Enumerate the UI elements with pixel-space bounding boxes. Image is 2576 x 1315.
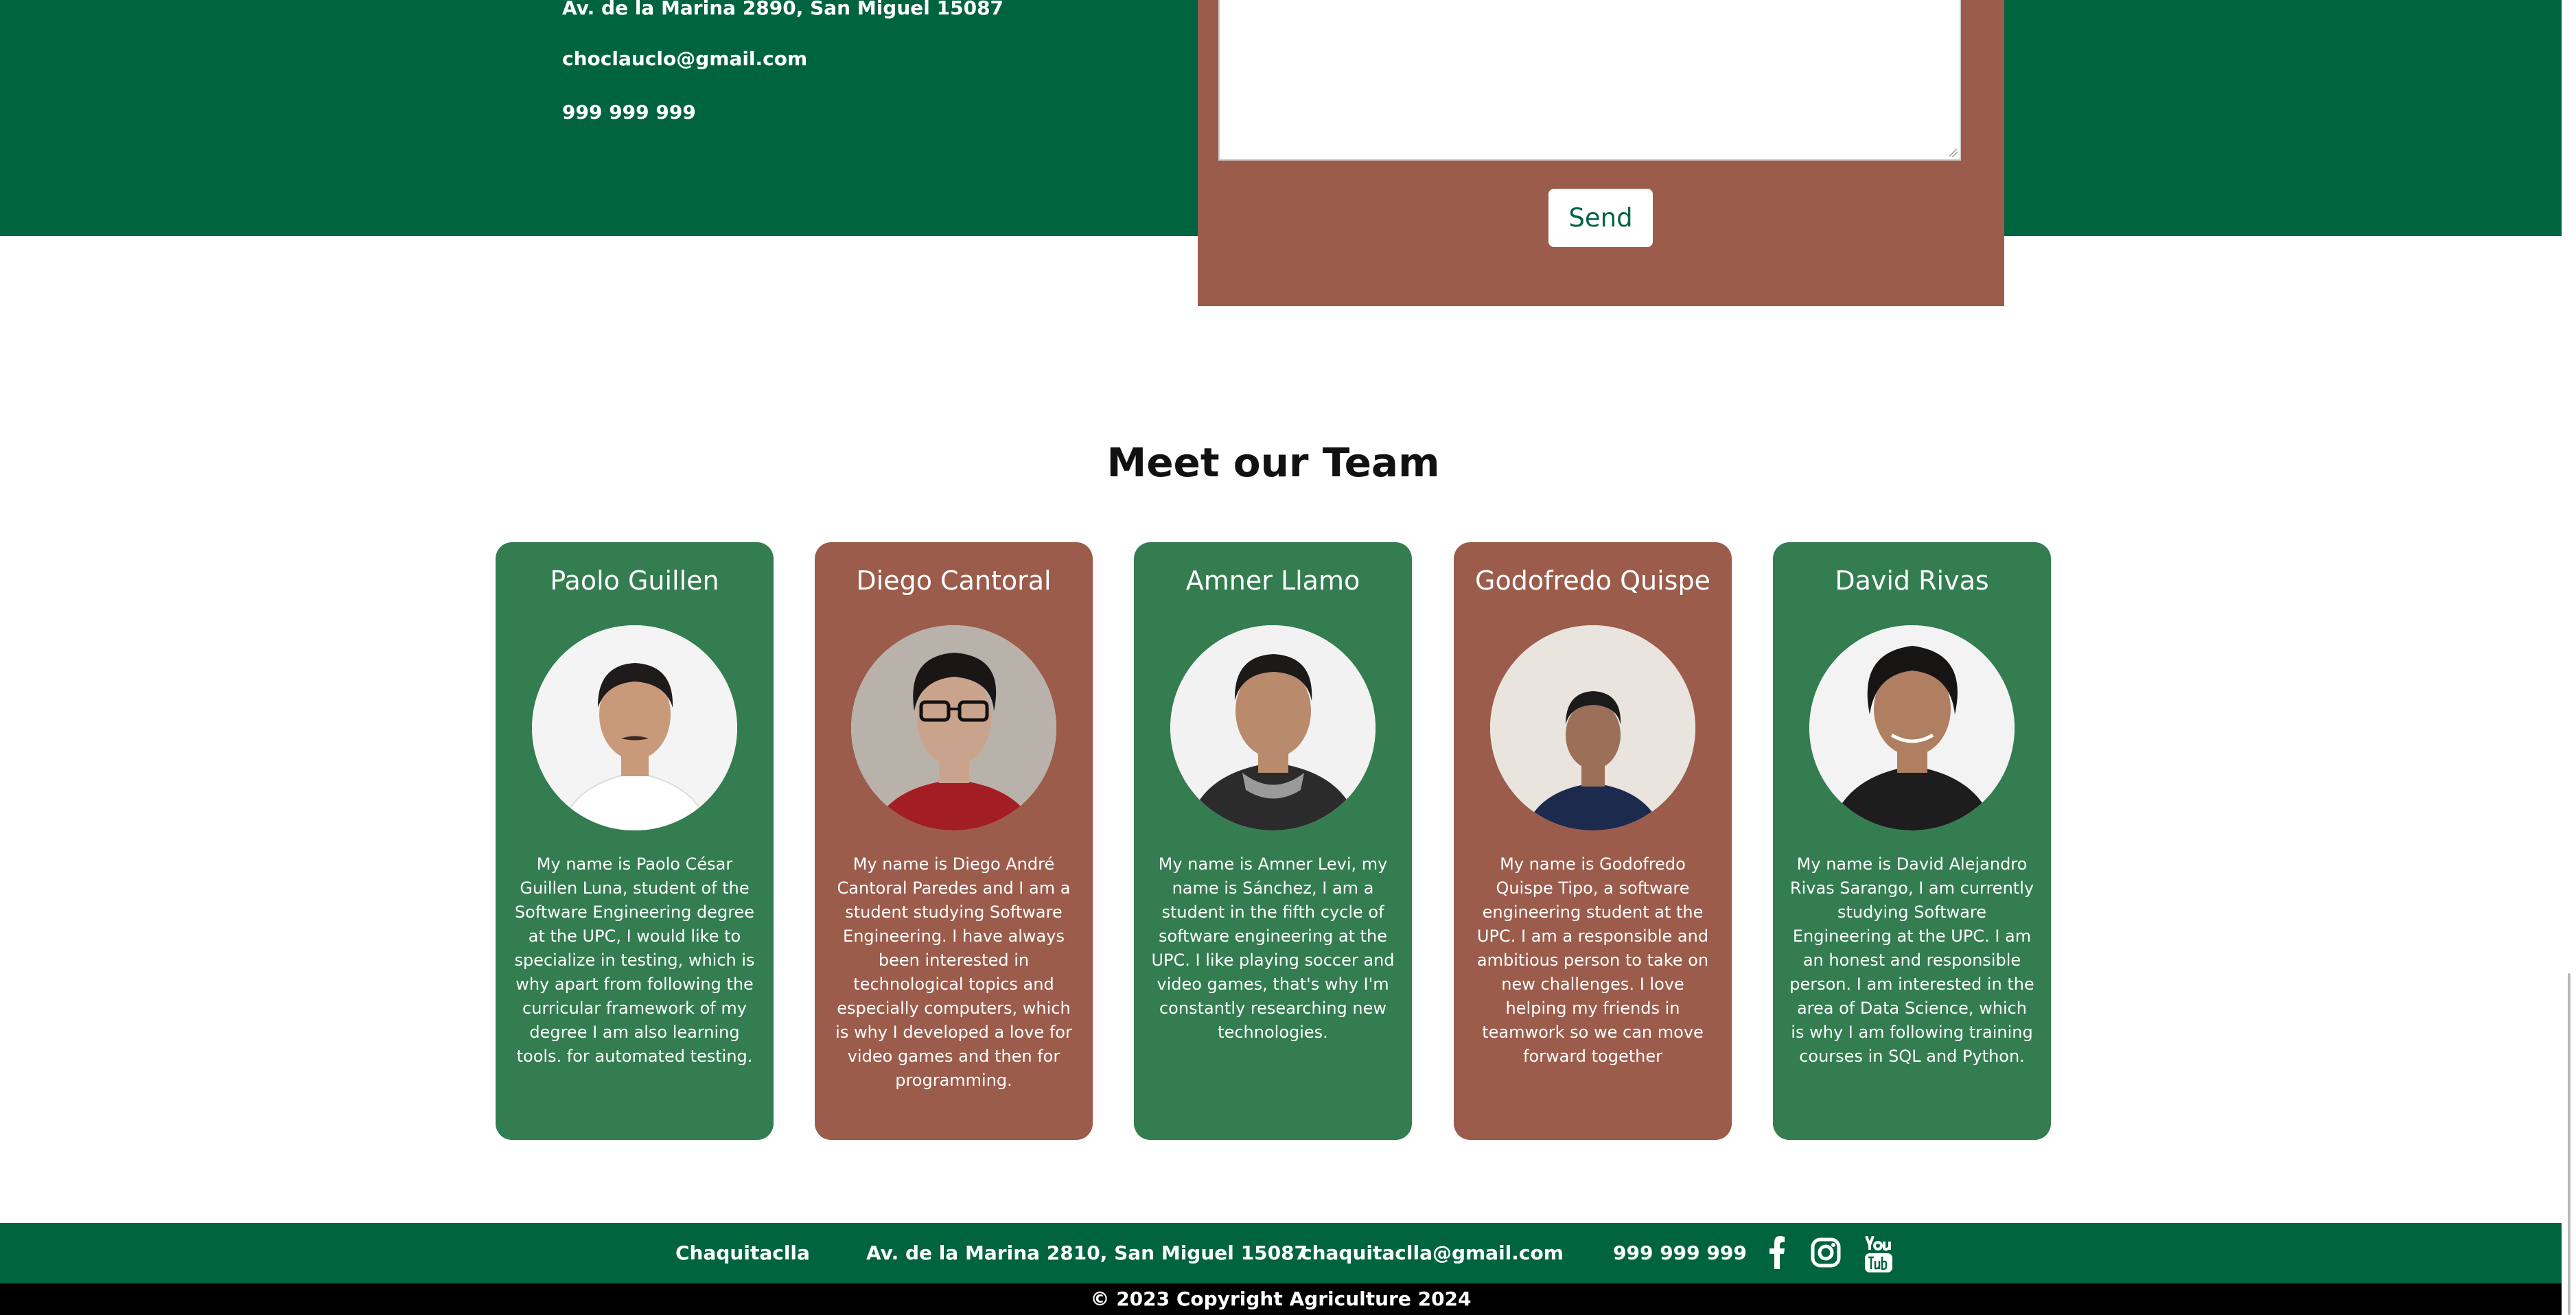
- member-photo: [1170, 625, 1376, 830]
- message-textarea[interactable]: [1218, 0, 1961, 161]
- team-card-diego-cantoral: Diego Cantoral My name is Diego André Ca…: [815, 542, 1093, 1140]
- member-name: Diego Cantoral: [856, 566, 1052, 596]
- team-card-amner-llamo: Amner Llamo My name is Amner Levi, my na…: [1134, 542, 1412, 1140]
- member-name: David Rivas: [1835, 566, 1989, 596]
- member-bio: My name is Diego André Cantoral Paredes …: [835, 854, 1072, 1090]
- member-name: Paolo Guillen: [550, 566, 719, 596]
- team-card-paolo-guillen: Paolo Guillen My name is Paolo César Gui…: [496, 542, 774, 1140]
- member-photo: [851, 625, 1056, 830]
- member-bio: My name is Godofredo Quispe Tipo, a soft…: [1476, 854, 1709, 1066]
- footer-brand: Chaquitaclla: [675, 1242, 810, 1264]
- footer: Chaquitaclla Av. de la Marina 2810, San …: [0, 1223, 2562, 1283]
- team-card-godofredo-quispe: Godofredo Quispe My name is Godofredo Qu…: [1454, 542, 1732, 1140]
- footer-address: Av. de la Marina 2810, San Miguel 15087: [866, 1242, 1308, 1264]
- youtube-icon[interactable]: [1864, 1235, 1894, 1274]
- member-bio: My name is David Alejandro Rivas Sarango…: [1789, 854, 2034, 1066]
- member-photo: [1490, 625, 1695, 830]
- member-photo: [1809, 625, 2015, 830]
- copyright: © 2023 Copyright Agriculture 2024: [0, 1283, 2562, 1315]
- footer-email: chaquitaclla@gmail.com: [1301, 1242, 1564, 1264]
- contact-form: Send: [1198, 0, 2004, 306]
- send-button[interactable]: Send: [1548, 189, 1653, 247]
- contact-phone: 999 999 999: [562, 101, 696, 124]
- member-photo: [532, 625, 737, 830]
- scrollbar-thumb[interactable]: [2568, 973, 2571, 1315]
- member-name: Godofredo Quispe: [1475, 566, 1710, 596]
- resize-handle[interactable]: [1949, 149, 1958, 157]
- contact-email: choclauclo@gmail.com: [562, 47, 808, 70]
- contact-address: Av. de la Marina 2890, San Miguel 15087: [562, 0, 1004, 19]
- team-card-david-rivas: David Rivas My name is David Alejandro R…: [1773, 542, 2051, 1140]
- footer-phone: 999 999 999: [1613, 1242, 1747, 1264]
- member-bio: My name is Amner Levi, my name is Sánche…: [1151, 854, 1395, 1042]
- member-name: Amner Llamo: [1185, 566, 1360, 596]
- facebook-icon[interactable]: [1767, 1235, 1787, 1270]
- team-title: Meet our Team: [1106, 439, 1440, 486]
- instagram-icon[interactable]: [1810, 1235, 1842, 1270]
- member-bio: My name is Paolo César Guillen Luna, stu…: [514, 854, 755, 1066]
